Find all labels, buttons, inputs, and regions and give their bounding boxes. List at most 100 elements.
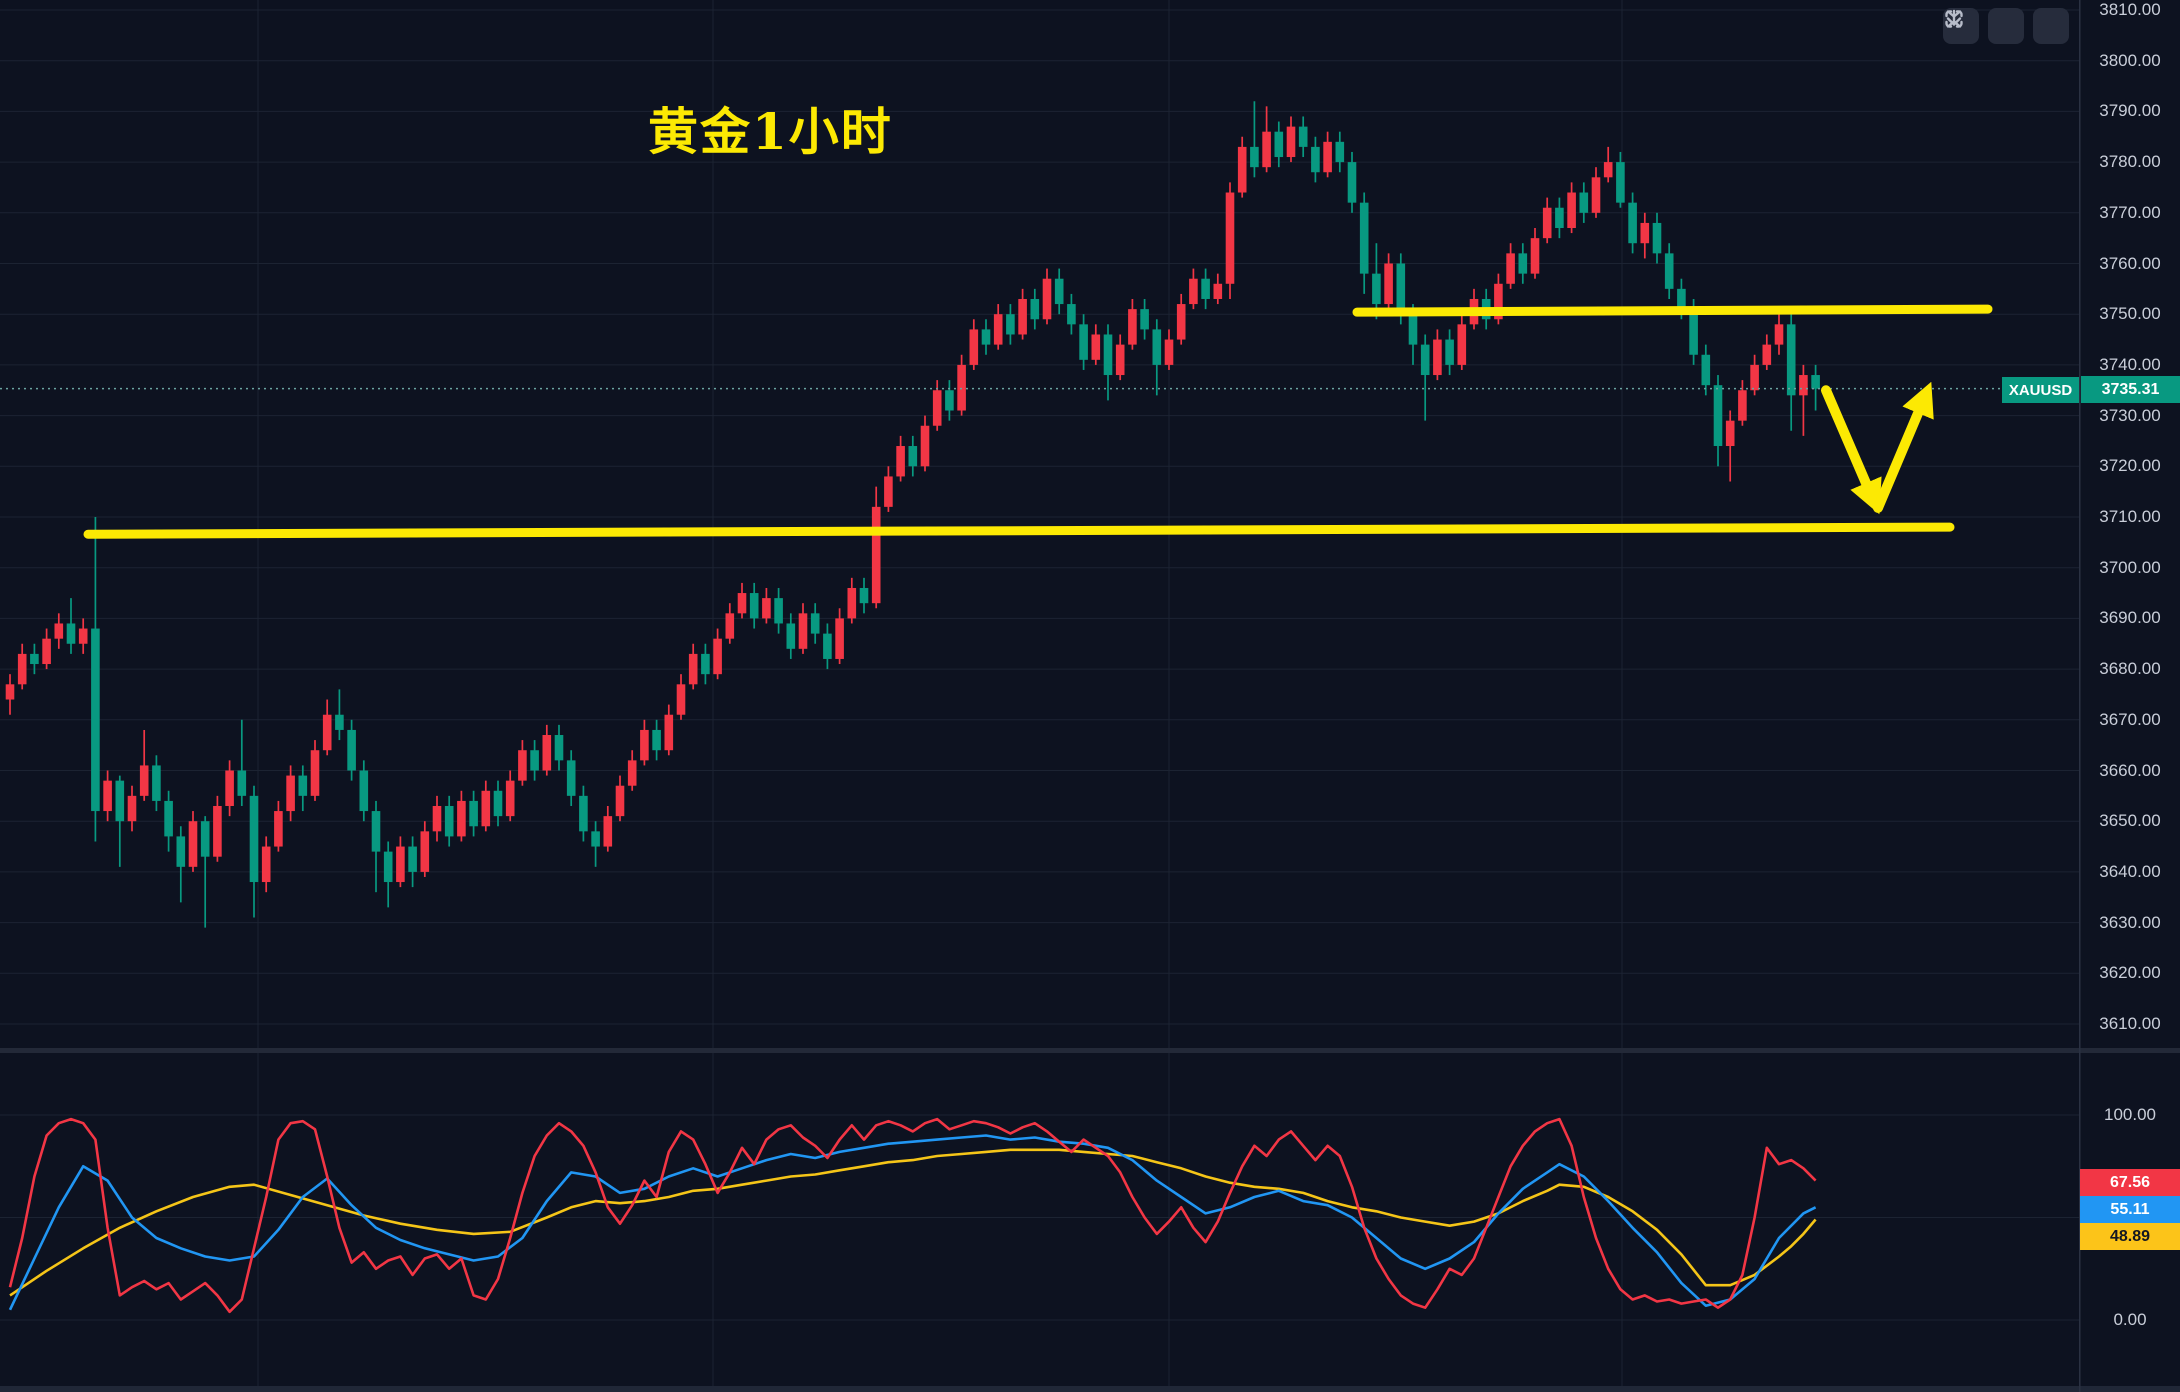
candle-body [909,446,918,466]
candle-body [225,771,234,806]
candle-body [1628,203,1637,244]
chart-canvas[interactable] [0,0,2180,1392]
fullscreen-pane-button[interactable] [2033,8,2069,44]
candle-body [1763,345,1772,365]
candle-body [469,801,478,826]
price-tick-label: 3640.00 [2080,862,2180,882]
candle-body [494,791,503,816]
candle-body [1250,147,1259,167]
candles-layer [0,101,2080,927]
candle-body [177,836,186,866]
candle-body [1580,193,1589,213]
candle-body [896,446,905,476]
price-tick-label: 3610.00 [2080,1014,2180,1034]
candle-body [1262,132,1271,167]
candle-body [1543,208,1552,238]
candle-body [689,654,698,684]
candle-body [1616,162,1625,203]
candle-body [677,684,686,714]
fullscreen-icon [1943,8,1965,30]
candle-body [250,796,259,882]
candle-body [591,831,600,846]
chart-toolbar [1943,8,2069,44]
trend-arrow-down-drawing[interactable] [1826,390,1874,502]
support-line-drawing[interactable] [88,527,1950,534]
candle-body [1104,334,1113,375]
candle-body [1360,203,1369,274]
candle-body [1750,365,1759,390]
stoch-mid-line [10,1136,1816,1310]
price-tick-label: 3740.00 [2080,355,2180,375]
candle-body [921,426,930,467]
chart-title-text-drawing[interactable]: 黄金1小时 [648,92,893,164]
candle-body [116,781,125,822]
candle-body [128,796,137,821]
candle-body [774,598,783,623]
candle-body [421,831,430,872]
candle-body [860,588,869,603]
symbol-flag-label: XAUUSD [2009,382,2072,399]
candle-body [360,771,369,812]
candle-body [1726,421,1735,446]
candle-body [1799,375,1808,395]
candle-body [799,613,808,648]
candle-body [1043,279,1052,320]
candle-body [323,715,332,750]
candle-body [42,639,51,664]
candle-body [555,735,564,760]
price-tick-label: 3730.00 [2080,406,2180,426]
candle-body [79,629,88,644]
stoch-slow-line [10,1150,1816,1296]
candle-body [445,806,454,836]
candle-body [628,760,637,785]
trading-chart-window: 黄金1小时 3810.003800.003790.003780.003770.0… [0,0,2180,1392]
pane-divider[interactable] [0,1048,2180,1053]
candle-body [299,776,308,796]
candle-body [848,588,857,618]
candle-body [787,623,796,648]
candle-body [238,771,247,796]
candle-body [994,314,1003,344]
candle-body [1665,253,1674,288]
candle-body [1140,309,1149,329]
candle-body [1153,329,1162,364]
candle-body [1287,127,1296,157]
candle-body [6,684,15,699]
candle-body [274,811,283,846]
candle-body [567,760,576,795]
stoch-fast-line [10,1119,1816,1312]
price-tick-label: 3710.00 [2080,507,2180,527]
candle-body [103,781,112,811]
candle-body [1384,264,1393,305]
oscillator-fast-value-label: 67.56 [2080,1169,2180,1196]
candle-body [1226,193,1235,284]
candle-body [518,750,527,780]
candle-body [1128,309,1137,344]
candle-body [713,639,722,674]
candle-body [1397,264,1406,315]
candle-body [1433,340,1442,375]
candle-body [1031,299,1040,319]
candle-body [1787,324,1796,395]
candle-body [1189,279,1198,304]
candle-body [433,806,442,831]
candle-body [347,730,356,771]
candle-body [55,623,64,638]
trend-arrow-up-drawing[interactable] [1878,394,1926,508]
drawings-layer[interactable] [88,0,2080,1392]
candle-body [1165,340,1174,365]
candle-body [616,786,625,816]
price-tick-label: 3750.00 [2080,304,2180,324]
candle-body [1214,284,1223,299]
candle-body [1421,345,1430,375]
candle-body [164,801,173,836]
price-tick-label: 3650.00 [2080,811,2180,831]
resistance-line-drawing[interactable] [1357,309,1988,312]
collapse-pane-button[interactable] [1988,8,2024,44]
candle-body [286,776,295,811]
candle-body [652,730,661,750]
candle-body [970,329,979,364]
candle-body [1079,324,1088,359]
candle-body [811,613,820,633]
candle-body [945,390,954,410]
